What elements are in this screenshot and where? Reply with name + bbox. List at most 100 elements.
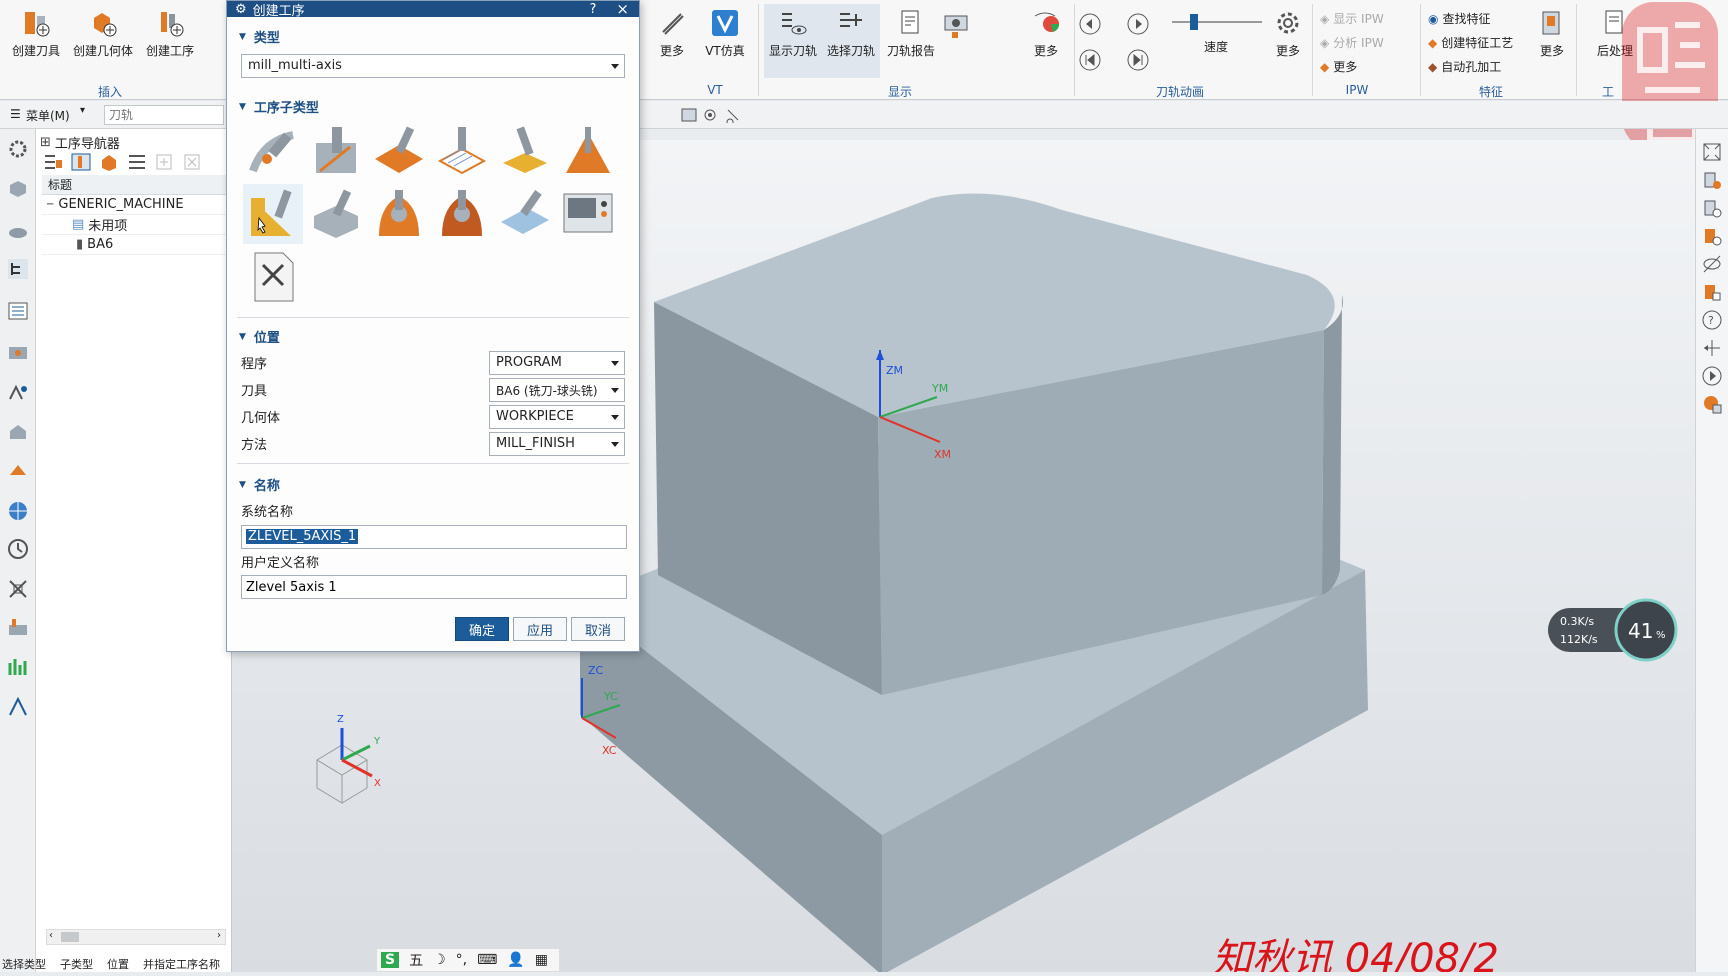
method-dropdown[interactable]: MILL_FINISH bbox=[489, 431, 625, 456]
step-back-icon[interactable] bbox=[1078, 12, 1102, 36]
help-icon[interactable]: ? bbox=[1701, 309, 1723, 331]
feature-more-button[interactable]: 更多 bbox=[1534, 8, 1570, 59]
play-forward-icon[interactable] bbox=[1126, 12, 1150, 36]
tree-node-generic-machine[interactable]: − GENERIC_MACHINE bbox=[42, 195, 232, 215]
apply-button[interactable]: 应用 bbox=[513, 617, 567, 641]
subtype-sequential-mill[interactable] bbox=[558, 121, 618, 181]
auto-hole-item[interactable]: ◆ 自动孔加工 bbox=[1428, 58, 1501, 75]
help-icon[interactable]: ? bbox=[590, 2, 597, 17]
subtype-contour-profile[interactable] bbox=[369, 121, 429, 181]
orient-icon[interactable] bbox=[1701, 337, 1723, 359]
operation-navigator-icon[interactable] bbox=[6, 257, 30, 281]
ipw-more-item[interactable]: ◆ 更多 bbox=[1320, 58, 1357, 75]
play-icon[interactable] bbox=[1701, 365, 1723, 387]
subtype-fixed-contour[interactable] bbox=[432, 121, 492, 181]
close-icon[interactable]: × bbox=[616, 0, 629, 18]
tree-node-unused[interactable]: ▤ 未用项 bbox=[42, 215, 232, 235]
verify-icon[interactable] bbox=[1701, 393, 1723, 415]
display-more-button[interactable]: 更多 bbox=[1024, 8, 1068, 59]
subtype-section-header[interactable]: ▼ 工序子类型 bbox=[227, 91, 331, 122]
geometry-view-icon[interactable] bbox=[98, 152, 120, 172]
subtype-tube-finish[interactable] bbox=[432, 184, 492, 244]
tree-node-ba6[interactable]: ▮ BA6 bbox=[42, 235, 232, 255]
subtype-variable-streamline[interactable] bbox=[306, 121, 366, 181]
display-option-button[interactable] bbox=[942, 8, 972, 42]
create-operation-button[interactable]: 创建工序 bbox=[140, 8, 200, 59]
create-method-icon[interactable] bbox=[1701, 281, 1723, 303]
show-toolpath-button[interactable]: 显示刀轨 bbox=[764, 4, 822, 78]
system-materials-icon[interactable] bbox=[6, 615, 30, 639]
filter-input[interactable] bbox=[104, 105, 224, 125]
speed-slider-thumb[interactable] bbox=[1190, 14, 1198, 30]
geometry-dropdown[interactable]: WORKPIECE bbox=[489, 404, 625, 429]
speed-slider[interactable] bbox=[1172, 21, 1262, 23]
view-toolbar-icons[interactable] bbox=[680, 107, 750, 123]
subtype-generic-motion[interactable] bbox=[495, 184, 555, 244]
create-tool-side-icon[interactable] bbox=[1701, 197, 1723, 219]
history-icon[interactable] bbox=[6, 537, 30, 561]
analyze-ipw-item[interactable]: ◈ 分析 IPW bbox=[1320, 34, 1384, 51]
dialog-title-bar[interactable]: ⚙ 创建工序 ? × bbox=[227, 0, 639, 19]
name-section-header[interactable]: ▼ 名称 bbox=[227, 469, 292, 500]
feature-group-icon[interactable] bbox=[6, 381, 30, 405]
part-navigator-icon[interactable] bbox=[6, 177, 30, 201]
create-feature-process-item[interactable]: ◆ 创建特征工艺 bbox=[1428, 34, 1513, 51]
toolpath-report-button[interactable]: 刀轨报告 bbox=[882, 8, 940, 59]
system-name-field[interactable]: ZLEVEL_5AXIS_1 bbox=[241, 525, 627, 549]
cancel-button[interactable]: 取消 bbox=[571, 617, 625, 641]
subtype-machine-control[interactable] bbox=[558, 184, 618, 244]
user-name-input[interactable] bbox=[241, 575, 627, 599]
scroll-left-icon[interactable]: ‹ bbox=[49, 930, 53, 941]
program-order-view-icon[interactable] bbox=[42, 152, 64, 172]
location-section-header[interactable]: ▼ 位置 bbox=[227, 321, 292, 352]
horizontal-scrollbar[interactable]: ‹ › bbox=[46, 929, 226, 945]
subtype-user-defined[interactable] bbox=[243, 247, 303, 307]
animation-more-button[interactable]: 更多 bbox=[1268, 8, 1308, 59]
subtype-z-level-5axis[interactable] bbox=[495, 121, 555, 181]
subtype-variable-contour[interactable] bbox=[243, 121, 303, 181]
collapse-icon[interactable]: − bbox=[46, 199, 54, 210]
delete-object-icon[interactable] bbox=[182, 152, 204, 172]
process-studio-icon[interactable] bbox=[6, 577, 30, 601]
create-operation-dialog: ⚙ 创建工序 ? × ▼ 类型 mill_multi-axis ▼ 工序子类型 bbox=[226, 0, 640, 652]
feature-group-label: 特征 bbox=[1478, 85, 1503, 99]
assembly-navigator-icon[interactable] bbox=[6, 219, 30, 243]
web-browser-icon[interactable] bbox=[6, 499, 30, 523]
roles-icon[interactable] bbox=[6, 655, 30, 679]
vt-simulation-button[interactable]: VT仿真 bbox=[700, 8, 750, 59]
method-view-icon[interactable] bbox=[126, 152, 148, 172]
scroll-right-icon[interactable]: › bbox=[217, 930, 221, 941]
create-tool-button[interactable]: 创建刀具 bbox=[6, 8, 66, 59]
create-program-icon[interactable] bbox=[1701, 169, 1723, 191]
program-dropdown[interactable]: PROGRAM bbox=[489, 350, 625, 375]
find-feature-item[interactable]: ◉ 查找特征 bbox=[1428, 10, 1491, 27]
hd3d-tools-icon[interactable] bbox=[6, 459, 30, 483]
tool-dropdown[interactable]: BA6 (铣刀-球头铣) bbox=[489, 377, 625, 402]
analysis-icon[interactable] bbox=[6, 695, 30, 719]
ok-button[interactable]: 确定 bbox=[455, 617, 509, 641]
select-toolpath-button[interactable]: 选择刀轨 bbox=[822, 4, 880, 78]
more-button-1[interactable]: 更多 bbox=[652, 8, 692, 59]
fit-view-icon[interactable] bbox=[1701, 141, 1723, 163]
show-ipw-item[interactable]: ◈ 显示 IPW bbox=[1320, 10, 1384, 27]
subtype-multi-blade[interactable] bbox=[306, 184, 366, 244]
menu-button[interactable]: 菜单(M) bbox=[26, 107, 70, 124]
machine-tool-navigator-icon[interactable] bbox=[6, 299, 30, 323]
subtype-tube-rough[interactable] bbox=[369, 184, 429, 244]
type-section-header[interactable]: ▼ 类型 bbox=[227, 21, 292, 52]
rewind-icon[interactable] bbox=[1078, 48, 1102, 72]
fast-forward-icon[interactable] bbox=[1126, 48, 1150, 72]
create-geometry-button[interactable]: 创建几何体 bbox=[68, 8, 138, 59]
create-object-icon[interactable] bbox=[154, 152, 176, 172]
create-geometry-side-icon[interactable] bbox=[1701, 225, 1723, 247]
gear-icon[interactable] bbox=[6, 137, 30, 161]
hide-icon[interactable] bbox=[1701, 253, 1723, 275]
subtype-zlevel-5axis-selected[interactable] bbox=[243, 184, 303, 244]
reuse-library-icon[interactable] bbox=[6, 421, 30, 445]
type-dropdown[interactable]: mill_multi-axis bbox=[241, 54, 625, 78]
scroll-thumb[interactable] bbox=[61, 932, 79, 942]
menu-dropdown-icon[interactable]: ▾ bbox=[80, 105, 85, 116]
machine-tool-view-icon[interactable] bbox=[70, 152, 92, 172]
machining-feature-navigator-icon[interactable] bbox=[6, 341, 30, 365]
column-header-title[interactable]: 标题 bbox=[42, 175, 232, 195]
